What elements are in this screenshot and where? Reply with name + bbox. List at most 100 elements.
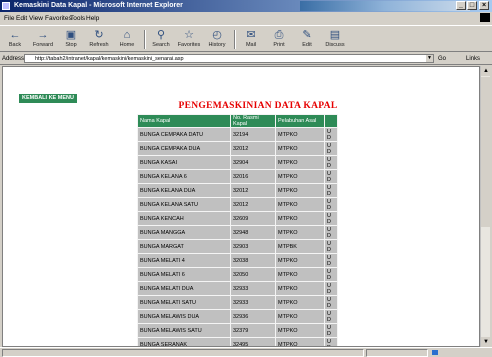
official-no-cell: 32948 (231, 226, 275, 239)
table-row: BUNGA KELANA DUA 32012 MTPKO U D (138, 184, 337, 197)
table-row: BUNGA MELATI 6 32050 MTPKO U D (138, 268, 337, 281)
window-title: Kemaskini Data Kapal - Microsoft Interne… (14, 2, 183, 9)
ie-icon (2, 2, 10, 10)
edit-delete-link[interactable]: U D (325, 324, 337, 337)
menu-help[interactable]: Help (86, 13, 99, 24)
forward-arrow-icon: → (37, 29, 49, 41)
home-icon: ⌂ (123, 29, 131, 41)
refresh-button[interactable]: ↻ Refresh (86, 28, 112, 50)
port-cell: MTPKO (276, 296, 324, 309)
title-bar[interactable]: Kemaskini Data Kapal - Microsoft Interne… (0, 0, 492, 12)
official-no-cell: 32933 (231, 282, 275, 295)
column-header-action (325, 115, 337, 127)
favorites-icon: ☆ (184, 29, 194, 41)
edit-delete-link[interactable]: U D (325, 282, 337, 295)
discuss-button[interactable]: ▤ Discuss (322, 28, 348, 50)
menu-favorites[interactable]: Favorites (45, 13, 72, 24)
port-cell: MTPKO (276, 198, 324, 211)
maximize-button[interactable]: □ (467, 1, 477, 10)
back-arrow-icon: ← (9, 29, 21, 41)
ship-name-cell: BUNGA MARGAT (138, 240, 230, 253)
close-button[interactable]: × (479, 1, 489, 10)
status-bar (0, 347, 492, 357)
table-row: BUNGA MELATI SATU 32933 MTPKO U D (138, 296, 337, 309)
back-to-menu-link[interactable]: KEMBALI KE MENU (19, 94, 77, 103)
edit-delete-link[interactable]: U D (325, 156, 337, 169)
ship-name-cell: BUNGA MELAWIS DUA (138, 310, 230, 323)
favorites-button[interactable]: ☆ Favorites (176, 28, 202, 50)
address-input[interactable]: http://tabah2/intranet/kapal/kemaskini/k… (24, 54, 434, 63)
intranet-zone-icon (432, 350, 438, 355)
ship-name-cell: BUNGA KELANA DUA (138, 184, 230, 197)
ship-name-cell: BUNGA MELATI DUA (138, 282, 230, 295)
vertical-scrollbar[interactable]: ▲ ▼ (480, 66, 491, 347)
scroll-up-icon[interactable]: ▲ (481, 66, 491, 76)
minimize-button[interactable]: _ (456, 1, 466, 10)
edit-delete-link[interactable]: U D (325, 142, 337, 155)
ship-name-cell: BUNGA MELATI SATU (138, 296, 230, 309)
menu-edit[interactable]: Edit (16, 13, 27, 24)
official-no-cell: 32050 (231, 268, 275, 281)
scroll-thumb[interactable] (481, 77, 491, 227)
menu-view[interactable]: View (29, 13, 43, 24)
column-header-port: Pelabuhan Asal (276, 115, 324, 127)
column-header-official-no: No. Rasmi Kapal (231, 115, 275, 127)
edit-delete-link[interactable]: U D (325, 338, 337, 346)
port-cell: MTPKO (276, 156, 324, 169)
menu-file[interactable]: File (4, 13, 14, 24)
history-button[interactable]: ◴ History (204, 28, 230, 50)
edit-delete-link[interactable]: U D (325, 198, 337, 211)
scroll-down-icon[interactable]: ▼ (481, 337, 491, 347)
official-no-cell: 32012 (231, 142, 275, 155)
page-content: KEMBALI KE MENU PENGEMASKINIAN DATA KAPA… (2, 66, 480, 347)
official-no-cell: 32379 (231, 324, 275, 337)
forward-button[interactable]: → Forward (30, 28, 56, 50)
chevron-down-icon[interactable]: ▼ (426, 55, 433, 62)
print-button[interactable]: ⎙ Print (266, 28, 292, 50)
address-bar: Address http://tabah2/intranet/kapal/kem… (0, 53, 492, 65)
port-cell: MTPKO (276, 310, 324, 323)
refresh-icon: ↻ (94, 29, 104, 41)
links-button[interactable]: Links (466, 53, 480, 65)
edit-delete-link[interactable]: U D (325, 170, 337, 183)
address-label: Address (2, 56, 25, 62)
edit-delete-link[interactable]: U D (325, 226, 337, 239)
mail-button[interactable]: ✉ Mail (238, 28, 264, 50)
ship-name-cell: BUNGA KELANA 6 (138, 170, 230, 183)
table-row: BUNGA CEMPAKA DUA 32012 MTPKO U D (138, 142, 337, 155)
edit-delete-link[interactable]: U D (325, 128, 337, 141)
edit-delete-link[interactable]: U D (325, 240, 337, 253)
search-icon: ⚲ (156, 29, 166, 41)
column-header-name: Nama Kapal (138, 115, 230, 127)
official-no-cell: 32904 (231, 156, 275, 169)
port-cell: MTPKO (276, 268, 324, 281)
table-row: BUNGA MARGAT 32903 MTPBK U D (138, 240, 337, 253)
ship-name-cell: BUNGA MELATI 6 (138, 268, 230, 281)
official-no-cell: 32903 (231, 240, 275, 253)
edit-delete-link[interactable]: U D (325, 254, 337, 267)
table-row: BUNGA KENCAH 32609 MTPKO U D (138, 212, 337, 225)
home-button[interactable]: ⌂ Home (114, 28, 140, 50)
ship-name-cell: BUNGA MELATI 4 (138, 254, 230, 267)
table-row: BUNGA MELAWIS SATU 32379 MTPKO U D (138, 324, 337, 337)
ship-name-cell: BUNGA MANGGA (138, 226, 230, 239)
table-row: BUNGA KELANA SATU 32012 MTPKO U D (138, 198, 337, 211)
search-button[interactable]: ⚲ Search (148, 28, 174, 50)
table-header-row: Nama Kapal No. Rasmi Kapal Pelabuhan Asa… (138, 115, 337, 127)
official-no-cell: 32016 (231, 170, 275, 183)
port-cell: MTPKO (276, 226, 324, 239)
back-button[interactable]: ← Back (2, 28, 28, 50)
edit-delete-link[interactable]: U D (325, 268, 337, 281)
table-row: BUNGA MELATI DUA 32933 MTPKO U D (138, 282, 337, 295)
port-cell: MTPKO (276, 324, 324, 337)
windows-logo-icon (480, 13, 490, 22)
edit-delete-link[interactable]: U D (325, 296, 337, 309)
edit-button[interactable]: ✎ Edit (294, 28, 320, 50)
menu-tools[interactable]: Tools (70, 13, 85, 24)
go-button[interactable]: Go (438, 53, 446, 65)
stop-button[interactable]: ▣ Stop (58, 28, 84, 50)
edit-delete-link[interactable]: U D (325, 212, 337, 225)
edit-delete-link[interactable]: U D (325, 310, 337, 323)
edit-delete-link[interactable]: U D (325, 184, 337, 197)
table-row: BUNGA SERANAK32495MTPKOU D (138, 338, 337, 346)
